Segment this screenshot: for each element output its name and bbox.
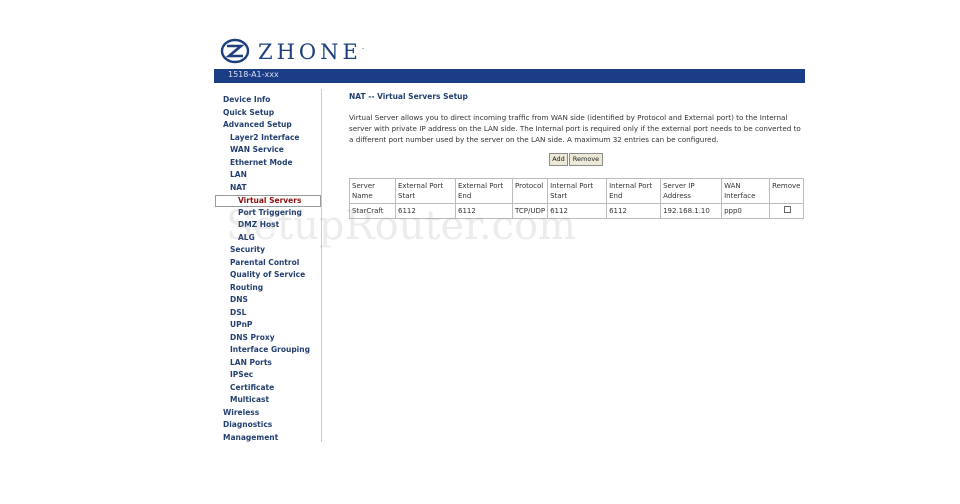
page-description: Virtual Server allows you to direct inco… (349, 113, 801, 144)
cell-wan-interface: ppp0 (721, 203, 771, 219)
sidebar-item-quick-setup[interactable]: Quick Setup (223, 108, 274, 117)
cell-server-ip: 192.168.1.10 (660, 203, 723, 219)
sidebar-item-layer2-interface[interactable]: Layer2 Interface (230, 133, 299, 142)
page-title: NAT -- Virtual Servers Setup (349, 92, 468, 101)
col-header-server-name: Server Name (349, 178, 396, 204)
model-number: 1518-A1-xxx (228, 70, 279, 79)
sidebar-item-parental-control[interactable]: Parental Control (230, 258, 299, 267)
remove-checkbox[interactable] (784, 206, 792, 213)
watermark: SetupRouter.com (226, 203, 577, 249)
sidebar-item-certificate[interactable]: Certificate (230, 383, 274, 392)
logo-text: ZHONE· (258, 40, 364, 64)
sidebar-item-device-info[interactable]: Device Info (223, 95, 270, 104)
col-header-remove: Remove (769, 178, 804, 204)
logo-mark-dot: · (361, 45, 365, 53)
col-header-external-port-end: External Port End (455, 178, 513, 204)
table-header-row: Server Name External Port Start External… (349, 178, 804, 204)
sidebar-item-ipsec[interactable]: IPSec (230, 370, 253, 379)
col-header-internal-port-end: Internal Port End (606, 178, 662, 204)
sidebar-item-dns-proxy[interactable]: DNS Proxy (230, 333, 275, 342)
sidebar: Device Info Quick Setup Advanced Setup Laye… (214, 89, 322, 442)
sidebar-item-wan-service[interactable]: WAN Service (230, 145, 284, 154)
sidebar-item-lan[interactable]: LAN (230, 170, 247, 179)
sidebar-item-wireless[interactable]: Wireless (223, 408, 259, 417)
sidebar-item-management[interactable]: Management (223, 433, 278, 442)
col-header-internal-port-start: Internal Port Start (547, 178, 608, 204)
sidebar-item-multicast[interactable]: Multicast (230, 395, 269, 404)
col-header-server-ip: Server IP Address (660, 178, 723, 204)
col-header-external-port-start: External Port Start (395, 178, 456, 204)
sidebar-item-advanced-setup[interactable]: Advanced Setup (223, 120, 292, 129)
sidebar-item-diagnostics[interactable]: Diagnostics (223, 420, 272, 429)
col-header-protocol: Protocol (511, 178, 549, 204)
sidebar-item-lan-ports[interactable]: LAN Ports (230, 358, 272, 367)
sidebar-item-routing[interactable]: Routing (230, 283, 263, 292)
sidebar-item-dns[interactable]: DNS (230, 295, 248, 304)
cell-internal-port-end: 6112 (606, 203, 662, 219)
add-button[interactable]: Add (549, 153, 568, 166)
remove-button[interactable]: Remove (569, 153, 603, 166)
sidebar-item-ethernet-mode[interactable]: Ethernet Mode (230, 158, 293, 167)
sidebar-item-dsl[interactable]: DSL (230, 308, 246, 317)
header: ZHONE· (214, 34, 805, 69)
cell-remove (769, 203, 804, 219)
zhone-logo-icon (220, 38, 250, 64)
main-content: NAT -- Virtual Servers Setup Virtual Ser… (322, 89, 805, 442)
col-header-wan-interface: WAN Interface (721, 178, 771, 204)
sidebar-item-interface-grouping[interactable]: Interface Grouping (230, 345, 310, 354)
sidebar-item-upnp[interactable]: UPnP (230, 320, 252, 329)
sidebar-item-nat[interactable]: NAT (230, 183, 247, 192)
model-bar (214, 69, 805, 83)
sidebar-item-quality-of-service[interactable]: Quality of Service (230, 270, 305, 279)
logo-wordmark: ZHONE (258, 40, 362, 64)
